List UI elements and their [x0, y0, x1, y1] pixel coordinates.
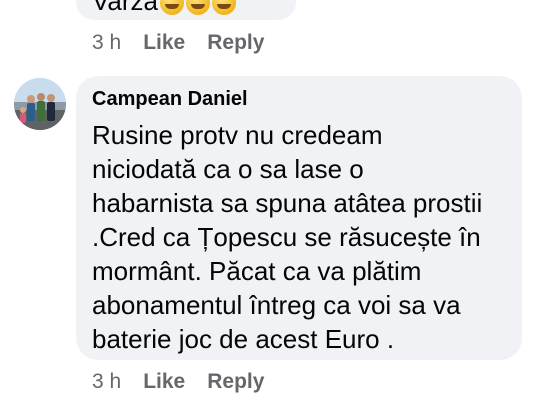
reply-button[interactable]: Reply — [207, 31, 264, 55]
laughing-emoji-icon — [186, 0, 210, 16]
comment-author[interactable]: Campean Daniel — [92, 88, 248, 111]
comment-actions: 3 h Like Reply — [92, 370, 264, 394]
previous-comment-word: Varza — [92, 0, 158, 16]
comment-line: Rusine protv nu credeam — [92, 120, 383, 150]
previous-comment-text: Varza — [92, 0, 236, 17]
comment-line: niciodată ca o sa lase o — [92, 154, 364, 184]
comment-line: .Cred ca Țopescu se răsucește în — [92, 222, 481, 252]
previous-comment-actions: 3 h Like Reply — [92, 31, 264, 55]
comment-line: baterie joc de acest Euro . — [92, 324, 395, 354]
laughing-emoji-icon — [212, 0, 236, 16]
comment-line: habarnista sa spuna atâtea prostii — [92, 188, 483, 218]
comment-timestamp: 3 h — [92, 31, 122, 54]
comment-line: mormânt. Păcat ca va plătim — [92, 256, 422, 286]
comment-line: abonamentul întreg ca voi sa va — [92, 290, 461, 320]
like-button[interactable]: Like — [143, 370, 185, 394]
laughing-emoji-icon — [160, 0, 184, 16]
avatar-photo-icon — [14, 78, 66, 130]
like-button[interactable]: Like — [143, 31, 185, 55]
reply-button[interactable]: Reply — [207, 370, 264, 394]
comment-text: Rusine protv nu credeam niciodată ca o s… — [92, 118, 514, 356]
comment-timestamp: 3 h — [92, 370, 122, 393]
avatar[interactable] — [14, 78, 66, 130]
